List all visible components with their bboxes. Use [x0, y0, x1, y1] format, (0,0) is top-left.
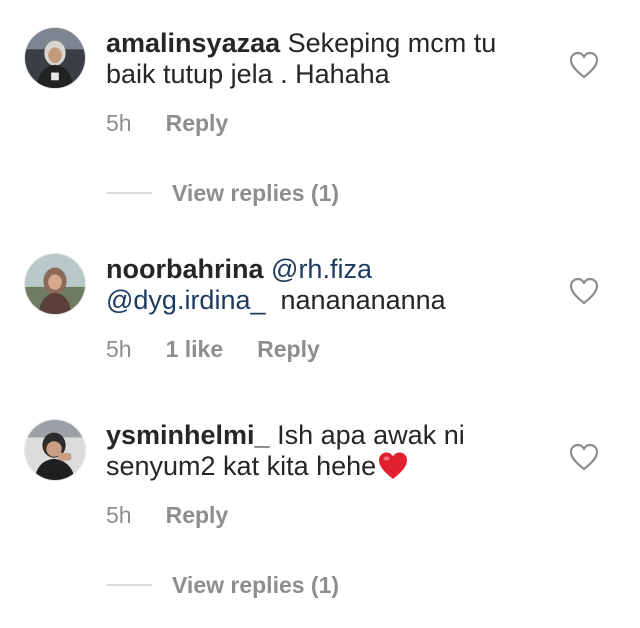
replies-divider [106, 584, 152, 586]
mention-link[interactable]: @dyg.irdina_ [106, 285, 266, 315]
comment-meta: 5h Reply [106, 502, 228, 528]
comment-username[interactable]: noorbahrina [106, 254, 264, 284]
avatar[interactable] [24, 27, 86, 89]
red-heart-emoji-icon [378, 451, 408, 481]
comment-text: ysminhelmi_ Ish apa awak ni senyum2 kat … [106, 420, 546, 482]
comment-text-content: nananananna [280, 285, 446, 315]
comment-time: 5h [106, 336, 132, 362]
reply-button[interactable]: Reply [166, 502, 229, 528]
avatar[interactable] [24, 253, 86, 315]
likes-count-button[interactable]: 1 like [166, 336, 224, 362]
comment-meta: 5h Reply [106, 110, 228, 136]
comment-meta: 5h 1 like Reply [106, 336, 320, 362]
reply-button[interactable]: Reply [166, 110, 229, 136]
comment-text-line1: Sekeping mcm tu [287, 28, 497, 58]
comment-username[interactable]: amalinsyazaa [106, 28, 280, 58]
avatar[interactable] [24, 419, 86, 481]
mention-link[interactable]: @rh.fiza [271, 254, 372, 284]
view-replies-label[interactable]: View replies (1) [172, 180, 339, 207]
like-heart-icon[interactable] [569, 443, 599, 471]
replies-divider [106, 192, 152, 194]
comment-text-line2: baik tutup jela . Hahaha [106, 59, 390, 89]
comment-text: amalinsyazaa Sekeping mcm tu baik tutup … [106, 28, 546, 90]
like-heart-icon[interactable] [569, 51, 599, 79]
like-heart-icon[interactable] [569, 277, 599, 305]
comment-time: 5h [106, 110, 132, 136]
view-replies-label[interactable]: View replies (1) [172, 572, 339, 599]
view-replies-button[interactable]: View replies (1) [106, 570, 339, 600]
view-replies-button[interactable]: View replies (1) [106, 178, 339, 208]
comment-username[interactable]: ysminhelmi_ [106, 420, 270, 450]
comment-text-line2: senyum2 kat kita hehe [106, 451, 377, 481]
reply-button[interactable]: Reply [257, 336, 320, 362]
comment-text: noorbahrina @rh.fiza @dyg.irdina_ nanana… [106, 254, 546, 316]
comment-time: 5h [106, 502, 132, 528]
comment-text-line1: Ish apa awak ni [277, 420, 465, 450]
